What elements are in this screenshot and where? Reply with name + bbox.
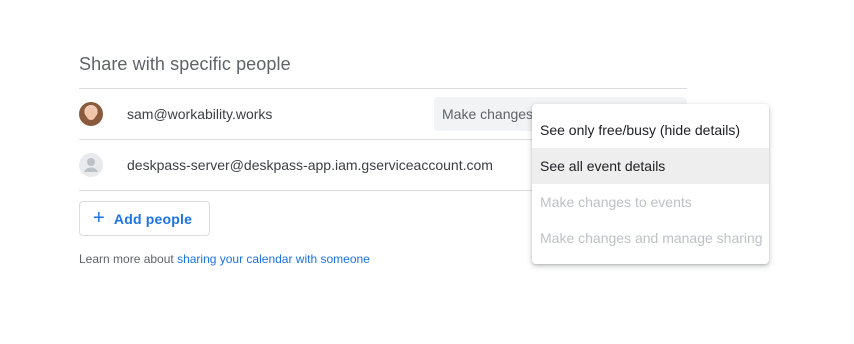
learn-more-prefix: Learn more about [79,252,178,266]
menu-item-all-details[interactable]: See all event details [532,148,769,184]
menu-item-label: See all event details [540,158,666,174]
permission-dropdown-menu: See only free/busy (hide details) See al… [532,104,769,264]
user-avatar [79,102,103,126]
plus-icon: + [93,206,105,229]
add-people-label: Add people [113,210,193,227]
menu-item-manage-sharing: Make changes and manage sharing [532,220,769,256]
menu-item-label: Make changes to events [540,194,692,210]
person-icon [79,153,103,177]
person-email: deskpass-server@deskpass-app.iam.gservic… [127,157,493,173]
menu-item-label: Make changes and manage sharing [540,230,763,246]
person-email: sam@workability.works [127,106,273,122]
menu-item-free-busy[interactable]: See only free/busy (hide details) [532,112,769,148]
permission-select-value: Make changes [442,106,534,122]
learn-more-text: Learn more about sharing your calendar w… [79,252,370,266]
section-title: Share with specific people [79,54,291,74]
add-people-button[interactable]: + Add people [79,201,210,236]
menu-item-label: See only free/busy (hide details) [540,122,740,138]
learn-more-link[interactable]: sharing your calendar with someone [177,252,370,266]
menu-item-make-changes: Make changes to events [532,184,769,220]
sharing-settings-panel: Share with specific people sam@workabili… [0,0,854,344]
